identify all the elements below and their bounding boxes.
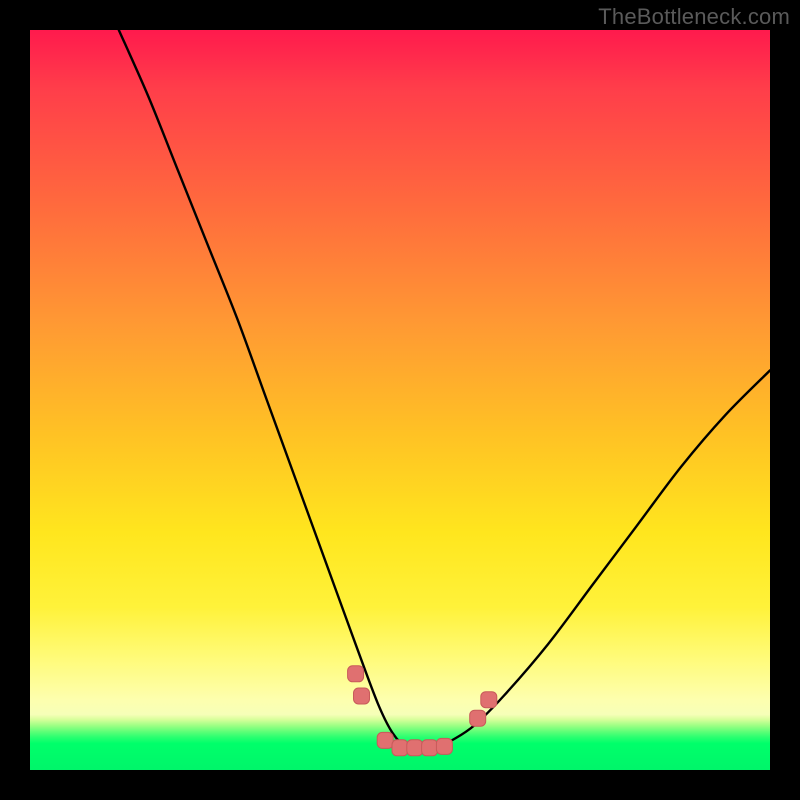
chart-marker [377,732,393,748]
chart-markers [348,666,497,756]
chart-plot-area [30,30,770,770]
chart-frame: TheBottleneck.com [0,0,800,800]
chart-marker [470,710,486,726]
chart-marker [422,740,438,756]
chart-marker [354,688,370,704]
chart-svg [30,30,770,770]
chart-marker [407,740,423,756]
chart-marker [348,666,364,682]
chart-marker [392,740,408,756]
bottleneck-curve [119,30,770,749]
chart-marker [436,738,452,754]
chart-marker [481,692,497,708]
watermark-text: TheBottleneck.com [598,4,790,30]
